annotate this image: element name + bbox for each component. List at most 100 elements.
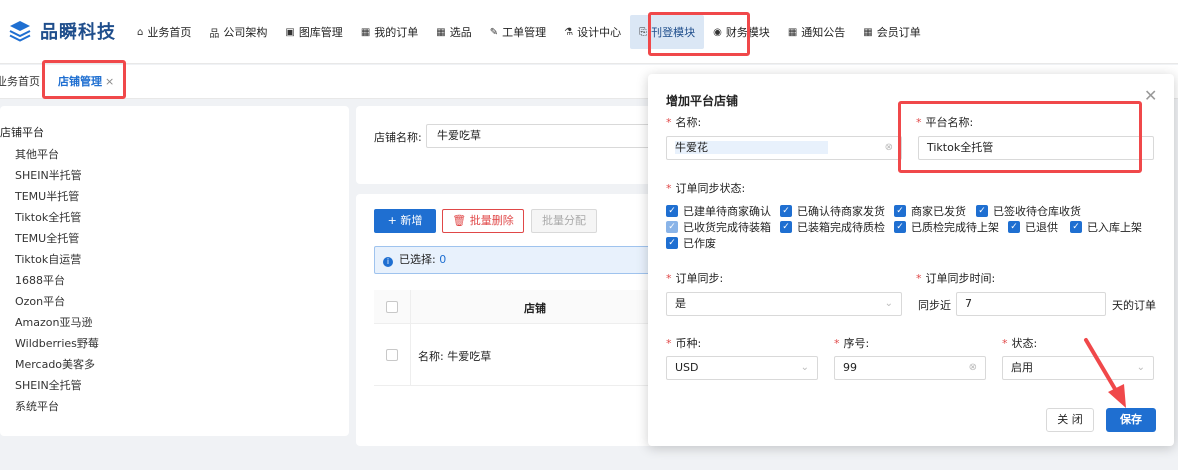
listing-icon: ⎘ <box>639 26 648 38</box>
platform-tree: 店铺平台 其他平台 SHEIN半托管 TEMU半托管 Tiktok全托管 TEMU全托管… <box>0 106 349 436</box>
save-button[interactable]: 保存 <box>1106 408 1156 432</box>
tree-root[interactable]: 店铺平台 <box>0 124 44 140</box>
tree-item[interactable]: Amazon亚马逊 <box>15 314 92 330</box>
checkmark-icon: ✓ <box>666 237 678 249</box>
checkmark-icon: ✓ <box>1070 221 1082 233</box>
table-row[interactable]: 名称: 牛爱吃草 <box>374 324 656 386</box>
tree-item[interactable]: Wildberries野莓 <box>15 335 99 351</box>
selected-count: 0 <box>439 253 447 266</box>
nav-item-label: 公司架构 <box>223 26 268 39</box>
state-label: * 状态: <box>1002 337 1038 350</box>
checkmark-icon: ✓ <box>666 205 678 217</box>
nav-item-label: 工单管理 <box>502 26 547 39</box>
pointer-arrow-icon <box>1084 338 1126 408</box>
sync-status-label: 已退供 <box>1025 221 1058 234</box>
app-logo[interactable]: 品瞬科技 <box>8 18 116 44</box>
nav-item-label: 设计中心 <box>577 26 622 39</box>
name-value: 牛爱花 <box>675 141 828 154</box>
tree-item[interactable]: TEMU全托管 <box>15 230 79 246</box>
tree-item[interactable]: 其他平台 <box>15 146 59 162</box>
sync-status-checkbox[interactable]: ✓ 已退供 <box>1008 219 1058 235</box>
order-sync-select[interactable]: 是 ⌄ <box>666 292 902 316</box>
batch-assign-button[interactable]: 批量分配 <box>531 209 597 233</box>
select-all-checkbox[interactable] <box>386 301 398 313</box>
sync-time-label-text: 订单同步时间: <box>925 272 996 285</box>
sync-status-checkbox[interactable]: ✓ 已建单待商家确认 <box>666 203 771 219</box>
sync-status-label-text: 订单同步状态: <box>675 182 746 195</box>
sync-status-checkbox[interactable]: ✓ 商家已发货 <box>894 203 966 219</box>
batch-delete-button[interactable]: 🗑 批量删除 <box>442 209 524 233</box>
clear-icon[interactable]: ⊗ <box>885 137 893 159</box>
highlight-box-listing <box>648 12 750 56</box>
seq-input[interactable]: 99 ⊗ <box>834 356 986 380</box>
state-label-text: 状态: <box>1011 337 1038 350</box>
tree-item[interactable]: SHEIN半托管 <box>15 167 82 183</box>
sync-suffix: 天的订单 <box>1112 299 1156 312</box>
add-button[interactable]: + 新增 <box>374 209 436 233</box>
currency-label-text: 币种: <box>675 337 702 350</box>
list-card: + 新增 🗑 批量删除 批量分配 i 已选择: 0 店铺 名称: 牛爱吃草 <box>356 194 656 446</box>
top-navbar: 品瞬科技 ⌂ 业务首页品公司架构 ▣ 图库管理 ▦ 我的订单 ▦ 选品 ✎ 工单管理 ⚗ 设计中心 ⎘ 刊… <box>0 0 1178 64</box>
row-checkbox[interactable] <box>386 349 398 361</box>
sync-status-label: 已作废 <box>683 237 716 250</box>
tree-item[interactable]: Tiktok自运营 <box>15 251 81 267</box>
currency-select[interactable]: USD ⌄ <box>666 356 818 380</box>
nav-item[interactable]: ▦ 通知公告 <box>779 15 854 49</box>
tree-item[interactable]: Ozon平台 <box>15 293 65 309</box>
state-select[interactable]: 启用 ⌄ <box>1002 356 1154 380</box>
nav-item[interactable]: ▣ 图库管理 <box>276 15 351 49</box>
sync-status-checkbox[interactable]: ✓ 已签收待仓库收货 <box>976 203 1081 219</box>
nav-item[interactable]: ✎ 工单管理 <box>481 15 555 49</box>
grid-icon: ▦ <box>436 26 446 38</box>
name-input[interactable]: 牛爱花 ⊗ <box>666 136 902 160</box>
tree-item[interactable]: Mercado美客多 <box>15 356 95 372</box>
sync-status-checkbox[interactable]: ✓ 已收货完成待装箱 <box>666 219 771 235</box>
chevron-down-icon: ⌄ <box>800 362 809 373</box>
state-value: 启用 <box>1011 361 1033 374</box>
tree-item[interactable]: TEMU半托管 <box>15 188 79 204</box>
nav-item[interactable]: ▦ 选品 <box>427 15 480 49</box>
layers-logo-icon <box>9 21 31 42</box>
checkmark-icon: ✓ <box>780 221 792 233</box>
tree-item[interactable]: SHEIN全托管 <box>15 377 82 393</box>
close-button[interactable]: 关 闭 <box>1046 408 1094 432</box>
nav-item[interactable]: ▦ 会员订单 <box>854 15 929 49</box>
tree-item[interactable]: Tiktok全托管 <box>15 209 81 225</box>
nav-item[interactable]: ▦ 我的订单 <box>352 15 427 49</box>
nav-item-label: 通知公告 <box>801 26 846 39</box>
selected-label: 已选择: <box>399 253 436 266</box>
row-shop-name: 名称: 牛爱吃草 <box>418 350 492 363</box>
sync-status-checkbox[interactable]: ✓ 已作废 <box>666 235 716 251</box>
shop-name-label: 店铺名称: <box>374 131 422 144</box>
clear-icon[interactable]: ⊗ <box>969 357 977 379</box>
highlight-box-tab <box>42 60 126 99</box>
edit-icon: ✎ <box>489 26 499 38</box>
checkmark-icon: ✓ <box>1008 221 1020 233</box>
table-header: 店铺 <box>374 290 656 324</box>
shop-name-filter-input[interactable]: 牛爱吃草 <box>426 124 656 148</box>
close-icon[interactable]: ✕ <box>1144 86 1157 105</box>
nav-item[interactable]: 品公司架构 <box>200 15 276 49</box>
tree-item[interactable]: 系统平台 <box>15 398 59 414</box>
tree-item[interactable]: 1688平台 <box>15 272 65 288</box>
dialog-title: 增加平台店铺 <box>666 94 739 108</box>
checkmark-icon: ✓ <box>780 205 792 217</box>
nav-item-label: 业务首页 <box>147 26 192 39</box>
nav-item[interactable]: ⌂ 业务首页 <box>128 15 200 49</box>
checkmark-icon: ✓ <box>976 205 988 217</box>
sync-days-input[interactable]: 7 <box>956 292 1106 316</box>
sync-status-label: 已建单待商家确认 <box>683 205 771 218</box>
name-field-label: * 名称: <box>666 116 702 129</box>
currency-label: * 币种: <box>666 337 702 350</box>
sync-status-checkbox[interactable]: ✓ 已入库上架 <box>1070 219 1142 235</box>
nav-item-label: 会员订单 <box>876 26 921 39</box>
sync-status-label: 已收货完成待装箱 <box>683 221 771 234</box>
sync-status-checkbox[interactable]: ✓ 已装箱完成待质检 <box>780 219 885 235</box>
checkmark-icon: ✓ <box>894 205 906 217</box>
currency-value: USD <box>675 361 699 374</box>
nav-item-label: 我的订单 <box>374 26 419 39</box>
tab-home[interactable]: 业务首页 <box>0 73 40 89</box>
sync-status-checkbox[interactable]: ✓ 已确认待商家发货 <box>780 203 885 219</box>
nav-item[interactable]: ⚗ 设计中心 <box>555 15 630 49</box>
sync-status-checkbox[interactable]: ✓ 已质检完成待上架 <box>894 219 999 235</box>
